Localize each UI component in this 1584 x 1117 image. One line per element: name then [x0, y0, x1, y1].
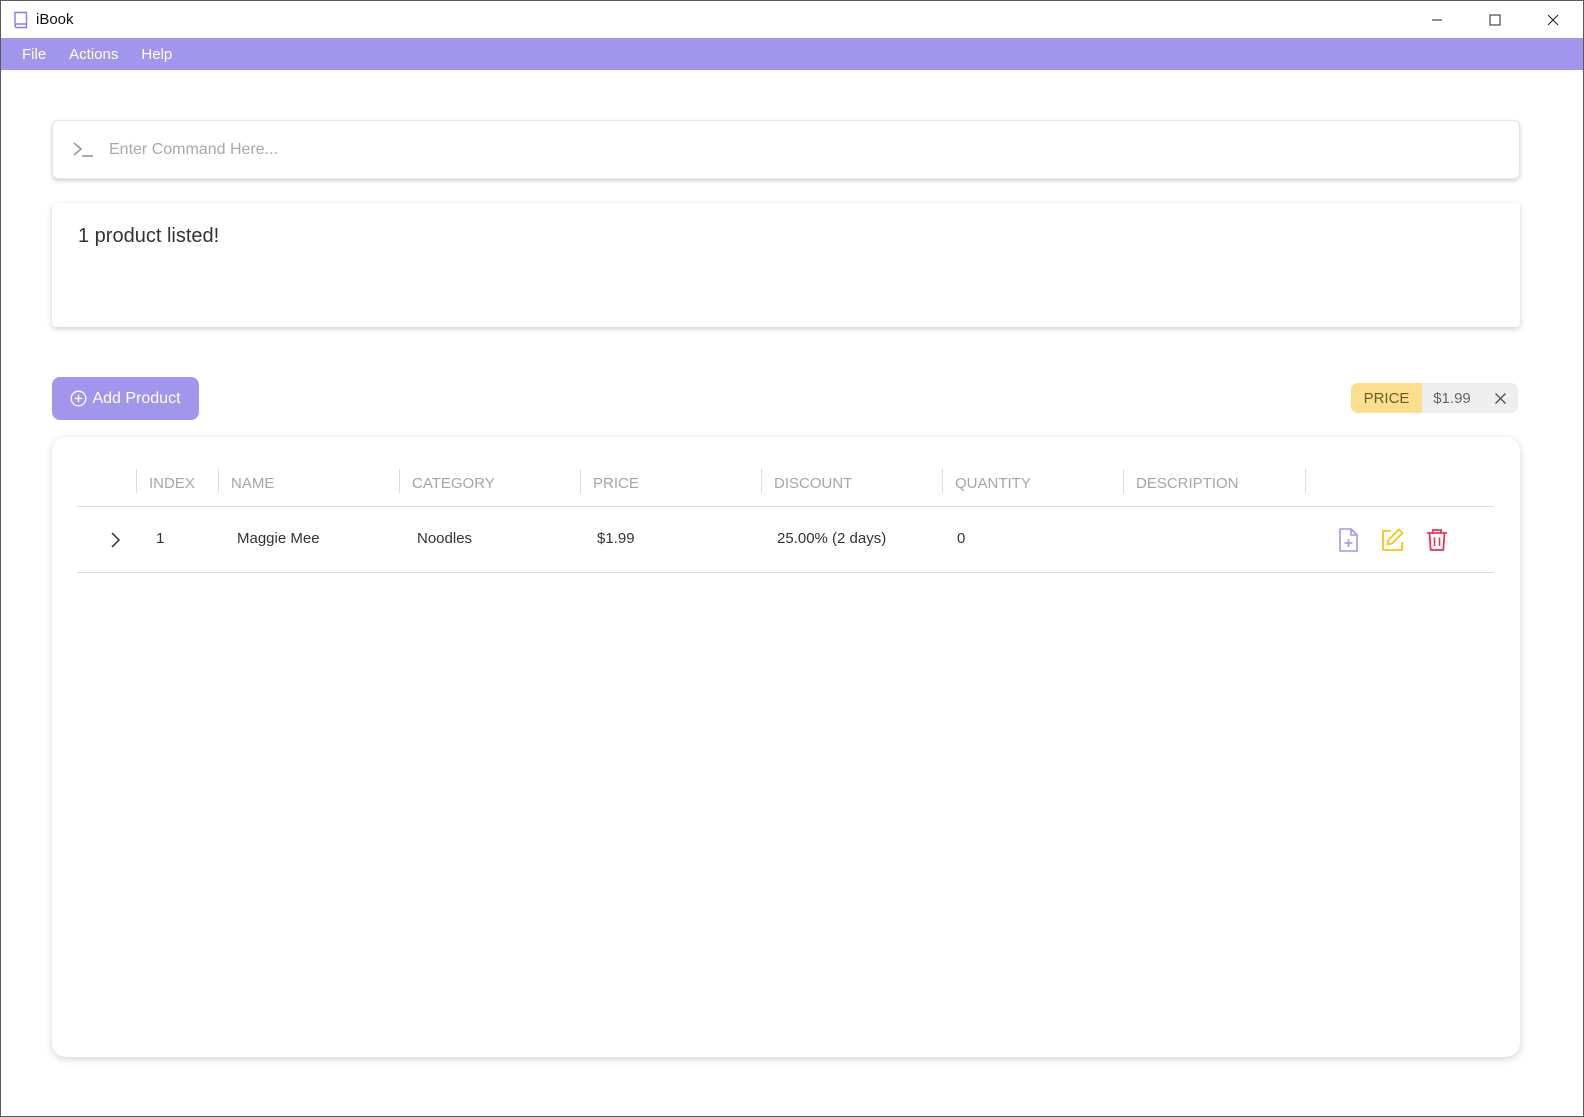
filter-value: $1.99	[1433, 389, 1471, 407]
cell-discount: 25.00% (2 days)	[777, 530, 887, 547]
trash-icon[interactable]	[1424, 527, 1450, 553]
plus-circle-icon	[71, 390, 87, 407]
close-window-button[interactable]	[1524, 1, 1582, 38]
app-window: iBook File Actions Help Enter Command He…	[0, 0, 1584, 1117]
column-header-discount[interactable]: DISCOUNT	[762, 471, 852, 495]
result-message: 1 product listed!	[78, 225, 220, 247]
table-row[interactable]: 1 Maggie Mee Noodles $1.99 25.00% (2 day…	[77, 507, 1494, 573]
column-header-category[interactable]: CATEGORY	[400, 471, 495, 495]
add-product-button[interactable]: Add Product	[52, 377, 199, 420]
filter-remove-button[interactable]	[1482, 392, 1518, 405]
edit-icon[interactable]	[1379, 527, 1405, 553]
file-plus-icon[interactable]	[1335, 527, 1361, 553]
close-icon	[1494, 392, 1506, 404]
terminal-prompt-icon	[73, 142, 93, 157]
cell-category: Noodles	[417, 530, 473, 547]
add-product-label: Add Product	[92, 389, 181, 407]
table-header: INDEX NAME CATEGORY PRICE DISCOUNT QUANT…	[77, 467, 1494, 507]
close-icon	[1547, 14, 1559, 25]
minimize-icon	[1432, 19, 1442, 20]
column-header-price[interactable]: PRICE	[581, 471, 639, 495]
column-header-quantity[interactable]: QUANTITY	[943, 471, 1031, 495]
result-panel: 1 product listed!	[52, 203, 1520, 327]
book-icon	[14, 11, 28, 29]
product-table: INDEX NAME CATEGORY PRICE DISCOUNT QUANT…	[52, 437, 1520, 1057]
cell-name: Maggie Mee	[237, 530, 320, 547]
menu-bar: File Actions Help	[1, 38, 1583, 70]
column-header-index[interactable]: INDEX	[137, 471, 195, 495]
menu-file[interactable]: File	[22, 46, 46, 63]
cell-index: 1	[156, 530, 165, 547]
maximize-icon	[1489, 14, 1501, 25]
menu-help[interactable]: Help	[141, 46, 172, 63]
command-input[interactable]	[109, 121, 1499, 178]
chevron-right-icon[interactable]	[108, 531, 122, 549]
menu-actions[interactable]: Actions	[69, 46, 118, 63]
maximize-button[interactable]	[1466, 1, 1524, 38]
title-bar: iBook	[1, 1, 1583, 38]
command-box	[52, 120, 1520, 179]
column-divider	[1305, 469, 1306, 493]
minimize-button[interactable]	[1408, 1, 1466, 38]
column-header-name[interactable]: NAME	[219, 471, 274, 495]
filter-key: PRICE	[1351, 383, 1422, 413]
column-header-description[interactable]: DESCRIPTION	[1124, 471, 1239, 495]
window-title: iBook	[36, 11, 74, 28]
cell-quantity: 0	[957, 530, 966, 547]
filter-chip: PRICE $1.99	[1351, 383, 1518, 413]
cell-price: $1.99	[597, 530, 635, 547]
